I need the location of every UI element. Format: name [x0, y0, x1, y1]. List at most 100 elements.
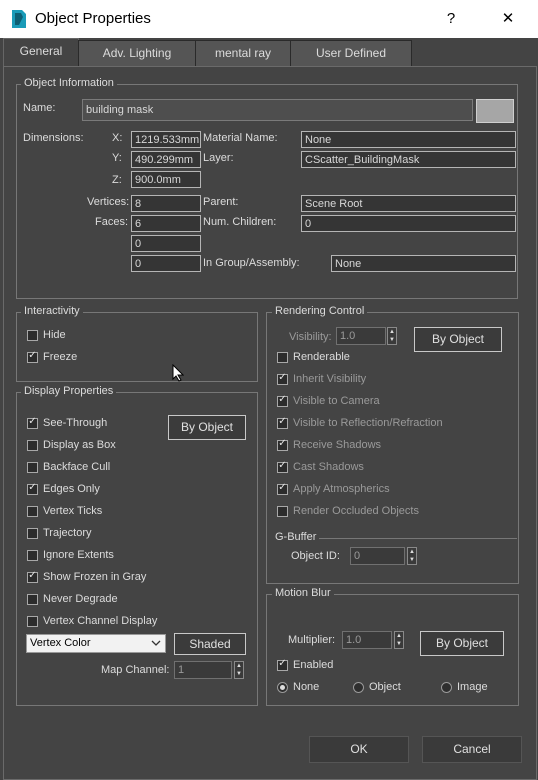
help-button[interactable]: ?: [431, 6, 471, 32]
ignore-extents-checkbox[interactable]: [27, 550, 38, 561]
apply-atmospherics-label: Apply Atmospherics: [293, 483, 390, 495]
tab-user-defined[interactable]: User Defined: [290, 40, 412, 66]
gbuffer-title: G-Buffer: [272, 531, 320, 543]
info-extra-value-2: 0: [131, 255, 201, 272]
hide-checkbox[interactable]: [27, 330, 38, 341]
rendering-control-title: Rendering Control: [272, 305, 368, 317]
never-degrade-checkbox[interactable]: [27, 594, 38, 605]
map-channel-label: Map Channel:: [101, 664, 170, 676]
object-color-swatch[interactable]: [476, 99, 514, 123]
visible-to-camera-checkbox[interactable]: ✓: [277, 394, 288, 407]
material-name-label: Material Name:: [203, 132, 278, 144]
edges-only-label: Edges Only: [43, 483, 100, 495]
cast-shadows-label: Cast Shadows: [293, 461, 364, 473]
rendering-by-object-button[interactable]: By Object: [414, 327, 502, 352]
vertex-ticks-label: Vertex Ticks: [43, 505, 103, 517]
never-degrade-label: Never Degrade: [43, 593, 118, 605]
freeze-checkbox[interactable]: ✓: [27, 350, 38, 363]
in-group-label: In Group/Assembly:: [203, 257, 300, 269]
material-name-value: None: [301, 131, 516, 148]
y-label: Y:: [112, 152, 122, 164]
edges-only-checkbox[interactable]: ✓: [27, 482, 38, 495]
vertex-channel-display-label: Vertex Channel Display: [43, 615, 158, 627]
radio-object[interactable]: [353, 682, 364, 693]
layer-value: CScatter_BuildingMask: [301, 151, 516, 168]
display-properties-title: Display Properties: [21, 385, 117, 397]
multiplier-input[interactable]: 1.0: [342, 631, 392, 649]
map-channel-spinner[interactable]: ▲ ▼: [234, 661, 244, 679]
radio-image[interactable]: [441, 682, 452, 693]
visibility-label: Visibility:: [289, 331, 332, 343]
renderable-checkbox[interactable]: [277, 352, 288, 363]
enabled-label: Enabled: [293, 659, 334, 671]
show-frozen-in-gray-checkbox[interactable]: ✓: [27, 570, 38, 583]
dimension-x-value: 1219.533mm: [131, 131, 201, 148]
parent-value: Scene Root: [301, 195, 516, 212]
receive-shadows-label: Receive Shadows: [293, 439, 382, 451]
trajectory-checkbox[interactable]: [27, 528, 38, 539]
multiplier-label: Multiplier:: [288, 634, 336, 646]
visible-to-reflection-refraction-checkbox[interactable]: ✓: [277, 416, 288, 429]
num-children-value: 0: [301, 215, 516, 232]
visibility-spinner[interactable]: ▲ ▼: [387, 327, 397, 345]
chevron-down-icon: [151, 640, 161, 646]
radio-image-label: Image: [457, 681, 488, 693]
tab-general[interactable]: General: [3, 38, 79, 68]
trajectory-label: Trajectory: [43, 527, 92, 539]
faces-label: Faces:: [95, 216, 129, 228]
visible-to-camera-label: Visible to Camera: [293, 395, 380, 407]
radio-none[interactable]: [277, 682, 288, 693]
see-through-label: See-Through: [43, 417, 108, 429]
ignore-extents-label: Ignore Extents: [43, 549, 114, 561]
hide-label: Hide: [43, 329, 66, 341]
display-as-box-checkbox[interactable]: [27, 440, 38, 451]
close-button[interactable]: ✕: [488, 6, 528, 32]
renderable-label: Renderable: [293, 351, 350, 363]
render-occluded-objects-checkbox[interactable]: [277, 506, 288, 517]
map-channel-input[interactable]: 1: [174, 661, 232, 679]
shaded-button[interactable]: Shaded: [174, 633, 246, 655]
backface-cull-checkbox[interactable]: [27, 462, 38, 473]
motion-blur-by-object-button[interactable]: By Object: [420, 631, 504, 656]
window-title: Object Properties: [35, 10, 151, 27]
radio-none-label: None: [293, 681, 320, 693]
vertices-label: Vertices:: [87, 196, 130, 208]
backface-cull-label: Backface Cull: [43, 461, 111, 473]
dimension-z-value: 900.0mm: [131, 171, 201, 188]
faces-value: 6: [131, 215, 201, 232]
interactivity-group: [16, 312, 258, 382]
vertex-channel-display-checkbox[interactable]: [27, 616, 38, 627]
freeze-label: Freeze: [43, 351, 78, 363]
receive-shadows-checkbox[interactable]: ✓: [277, 438, 288, 451]
cast-shadows-checkbox[interactable]: ✓: [277, 460, 288, 473]
interactivity-title: Interactivity: [21, 305, 83, 317]
name-input[interactable]: building mask: [82, 99, 473, 121]
object-id-label: Object ID:: [291, 550, 340, 562]
render-occluded-objects-label: Render Occluded Objects: [293, 505, 419, 517]
title-bar: Object Properties ? ✕: [0, 0, 538, 38]
inherit-visibility-checkbox[interactable]: ✓: [277, 372, 288, 385]
visibility-input[interactable]: 1.0: [336, 327, 386, 345]
name-label: Name:: [23, 102, 56, 114]
vertex-ticks-checkbox[interactable]: [27, 506, 38, 517]
multiplier-spinner[interactable]: ▲ ▼: [394, 631, 404, 649]
vertex-color-select[interactable]: Vertex Color: [26, 634, 166, 653]
layer-label: Layer:: [203, 152, 234, 164]
mouse-cursor-icon: [172, 364, 184, 382]
see-through-checkbox[interactable]: ✓: [27, 416, 38, 429]
cancel-button[interactable]: Cancel: [422, 736, 522, 763]
dimensions-label: Dimensions:: [23, 132, 84, 144]
radio-object-label: Object: [369, 681, 401, 693]
vertex-color-select-value: Vertex Color: [30, 637, 91, 649]
tab-mental-ray[interactable]: mental ray: [195, 40, 291, 66]
ok-button[interactable]: OK: [309, 736, 409, 763]
motion-blur-title: Motion Blur: [272, 587, 334, 599]
enabled-checkbox[interactable]: ✓: [277, 658, 288, 671]
object-id-input[interactable]: 0: [350, 547, 405, 565]
object-id-spinner[interactable]: ▲ ▼: [407, 547, 417, 565]
dimension-y-value: 490.299mm: [131, 151, 201, 168]
tab-adv-lighting[interactable]: Adv. Lighting: [78, 40, 196, 66]
apply-atmospherics-checkbox[interactable]: ✓: [277, 482, 288, 495]
parent-label: Parent:: [203, 196, 239, 208]
display-by-object-button[interactable]: By Object: [168, 415, 246, 440]
